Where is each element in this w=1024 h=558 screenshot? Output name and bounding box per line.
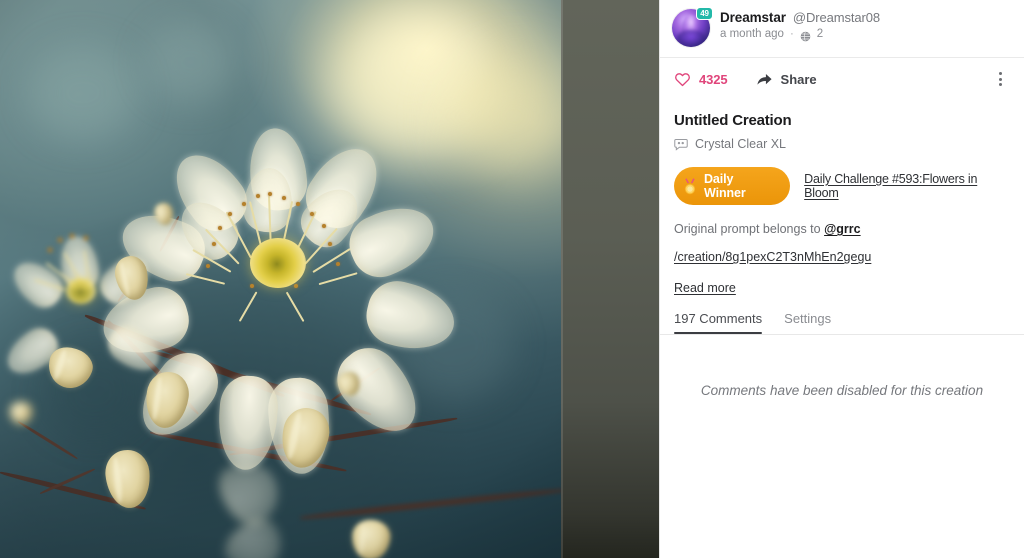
- creation-title: Untitled Creation: [674, 112, 792, 129]
- more-dot: [998, 77, 1002, 81]
- share-icon[interactable]: [756, 71, 773, 87]
- share-button[interactable]: Share: [756, 71, 817, 87]
- artwork-vignette: [0, 0, 561, 558]
- daily-challenge-link[interactable]: Daily Challenge #593:Flowers in Bloom: [804, 172, 1010, 200]
- author-handle[interactable]: @Dreamstar08: [793, 10, 880, 25]
- more-dot: [998, 83, 1002, 86]
- comments-pane: Comments have been disabled for this cre…: [660, 335, 1024, 558]
- sidebar-tabs: 197 Comments Settings: [660, 311, 1024, 334]
- comments-disabled-message: Comments have been disabled for this cre…: [700, 383, 984, 398]
- prompt-credit: Original prompt belongs to @grrc: [674, 222, 1010, 236]
- letterbox-edge: [561, 0, 563, 558]
- model-chip-icon: [674, 138, 688, 151]
- prompt-credit-user-link[interactable]: @grrc: [824, 222, 861, 236]
- creation-path-link[interactable]: /creation/8g1pexC2T3nMhEn2gegu: [674, 250, 871, 264]
- author-display-name[interactable]: Dreamstar: [720, 10, 786, 25]
- action-row: 4325 Share: [660, 58, 1024, 100]
- more-dot: [998, 72, 1002, 75]
- more-vertical-icon[interactable]: [990, 69, 1010, 89]
- medal-icon: [683, 177, 697, 195]
- avatar-wrap[interactable]: 49: [672, 7, 713, 47]
- artwork-image[interactable]: [0, 0, 561, 558]
- author-row[interactable]: 49 Dreamstar @Dreamstar08 a month ago ·: [660, 0, 1024, 57]
- post-timestamp: a month ago: [720, 28, 784, 40]
- artwork-viewer[interactable]: [0, 0, 659, 558]
- viewer-letterbox: [561, 0, 659, 558]
- separator-dot: ·: [789, 28, 794, 40]
- author-name-line: Dreamstar @Dreamstar08: [720, 10, 880, 25]
- like-button[interactable]: 4325: [674, 71, 728, 88]
- model-name: Crystal Clear XL: [695, 137, 786, 151]
- prompt-credit-prefix: Original prompt belongs to: [674, 222, 825, 236]
- creation-info-sidebar: 49 Dreamstar @Dreamstar08 a month ago ·: [659, 0, 1024, 558]
- model-row: Crystal Clear XL: [674, 137, 1010, 151]
- daily-winner-label: Daily Winner: [704, 172, 746, 200]
- read-more-link[interactable]: Read more: [674, 281, 1010, 295]
- view-count: 2: [816, 28, 824, 40]
- tab-comments[interactable]: 197 Comments: [674, 311, 763, 334]
- creation-body: Untitled Creation Crystal Clear XL Daily…: [660, 100, 1024, 295]
- share-label: Share: [780, 71, 817, 87]
- daily-winner-badge[interactable]: Daily Winner: [674, 167, 791, 205]
- globe-icon: [800, 29, 811, 41]
- tab-settings[interactable]: Settings: [784, 311, 831, 334]
- heart-icon[interactable]: [674, 71, 691, 88]
- author-meta: Dreamstar @Dreamstar08 a month ago · 2: [720, 9, 880, 41]
- like-count: 4325: [699, 71, 728, 87]
- creation-detail-page: 49 Dreamstar @Dreamstar08 a month ago ·: [0, 0, 1024, 558]
- author-sub-line: a month ago · 2: [720, 28, 880, 41]
- level-badge: 49: [696, 7, 713, 20]
- challenge-row: Daily Winner Daily Challenge #593:Flower…: [674, 167, 1010, 205]
